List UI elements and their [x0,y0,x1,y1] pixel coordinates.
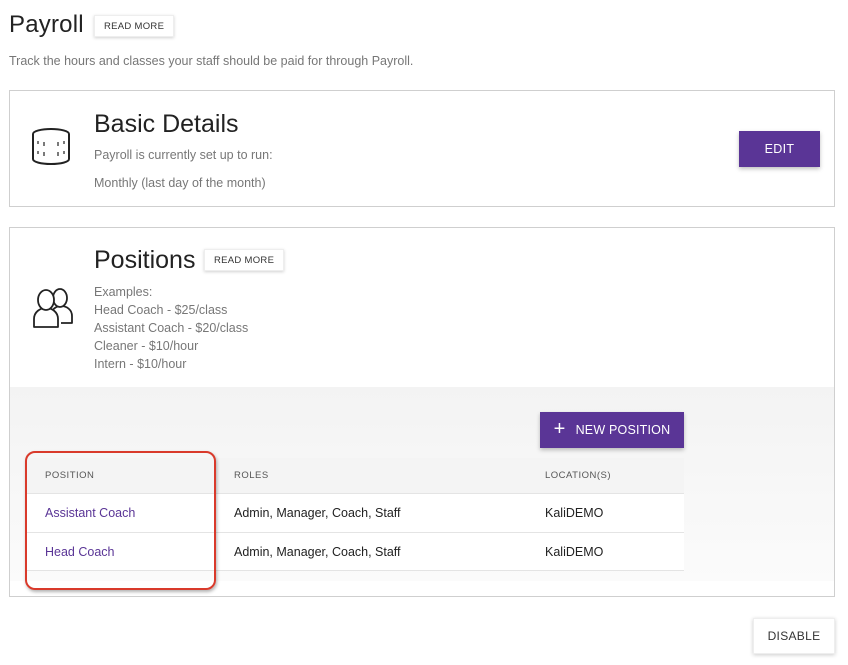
example-item: Intern - $10/hour [94,357,187,371]
location-cell: KaliDEMO [545,506,604,520]
examples-label: Examples: [94,285,153,299]
position-link[interactable]: Head Coach [45,533,115,571]
edit-button[interactable]: EDIT [739,131,820,167]
table-row: Assistant Coach Admin, Manager, Coach, S… [27,493,684,532]
column-header-locations[interactable]: LOCATION(S) [545,458,611,493]
coins-stack-icon [29,127,75,174]
positions-title: Positions [94,246,196,274]
example-item: Assistant Coach - $20/class [94,321,249,335]
positions-card: Positions READ MORE Examples: Head Coach… [9,227,835,597]
new-position-button[interactable]: + NEW POSITION [540,412,684,448]
page-title: Payroll [9,11,84,38]
example-item: Cleaner - $10/hour [94,339,199,353]
roles-cell: Admin, Manager, Coach, Staff [234,545,401,559]
payroll-schedule-label: Payroll is currently set up to run: [94,148,273,162]
column-header-roles[interactable]: ROLES [234,458,269,493]
plus-icon: + [553,418,566,440]
disable-button[interactable]: DISABLE [753,618,835,654]
new-position-label: NEW POSITION [575,423,671,437]
location-cell: KaliDEMO [545,545,604,559]
table-row: Head Coach Admin, Manager, Coach, Staff … [27,532,684,571]
payroll-schedule-value: Monthly (last day of the month) [94,176,266,190]
positions-table: POSITION ROLES LOCATION(S) Assistant Coa… [27,458,684,571]
example-item: Head Coach - $25/class [94,303,228,317]
basic-details-title: Basic Details [94,110,239,138]
basic-details-card: Basic Details Payroll is currently set u… [9,90,835,207]
column-header-position[interactable]: POSITION [45,458,94,493]
table-header: POSITION ROLES LOCATION(S) [27,458,684,493]
users-icon [31,285,75,336]
read-more-button[interactable]: READ MORE [94,15,175,37]
position-link[interactable]: Assistant Coach [45,494,135,532]
positions-read-more-button[interactable]: READ MORE [204,249,285,271]
roles-cell: Admin, Manager, Coach, Staff [234,506,401,520]
page-subtitle: Track the hours and classes your staff s… [9,54,414,68]
